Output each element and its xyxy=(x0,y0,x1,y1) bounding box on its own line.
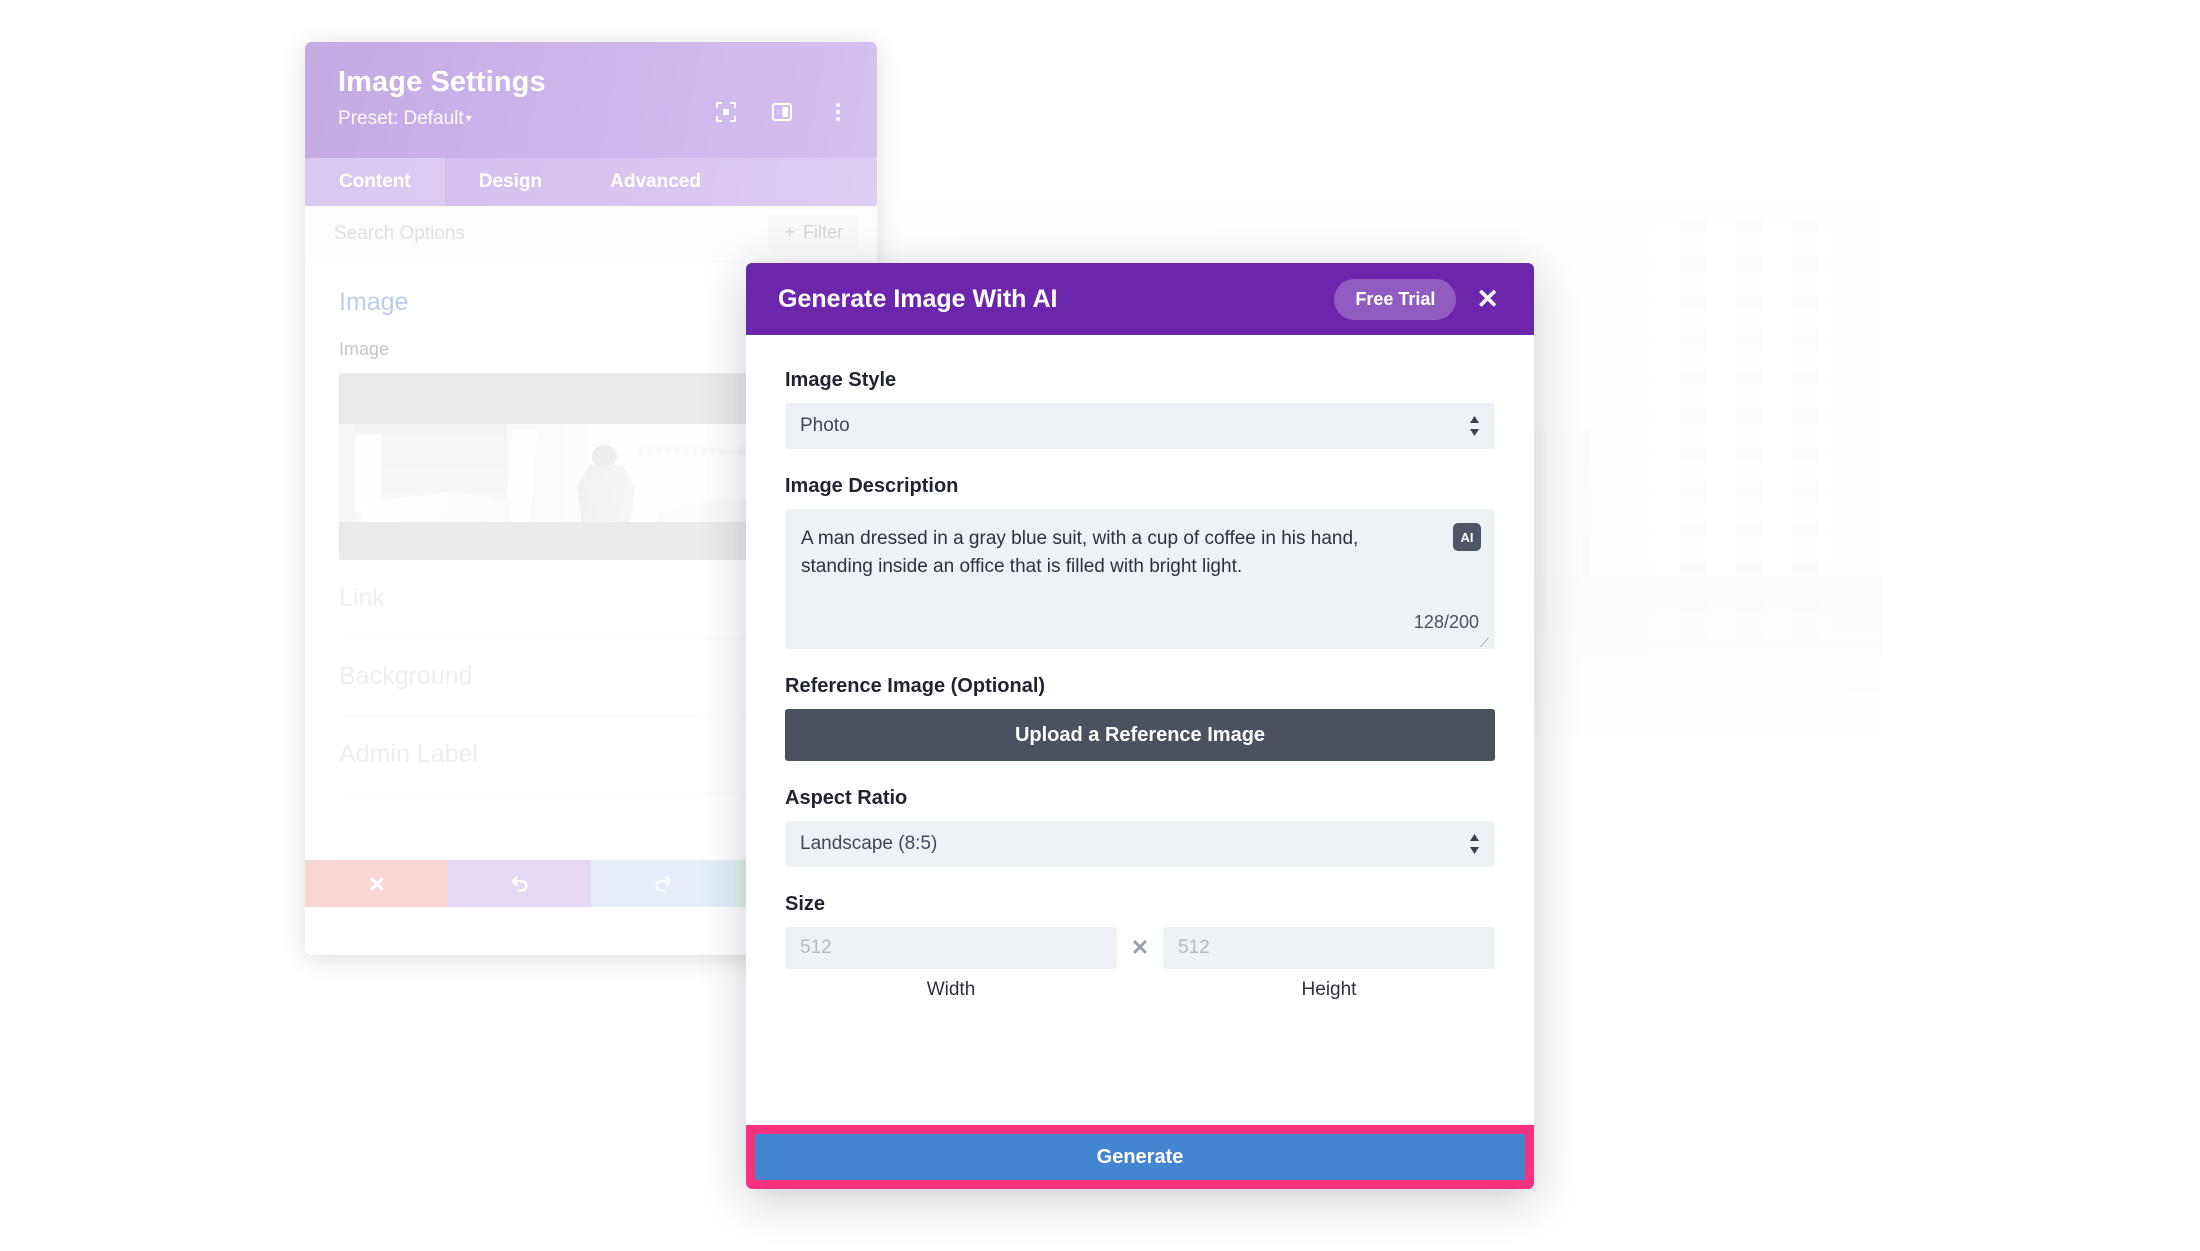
image-style-select[interactable]: Photo xyxy=(785,403,1495,449)
focus-target-icon[interactable] xyxy=(714,100,738,124)
layout-panel-icon[interactable] xyxy=(770,100,794,124)
search-input[interactable]: Search Options xyxy=(334,223,465,245)
page-title: Image Settings xyxy=(338,66,546,98)
chevron-updown-icon xyxy=(1470,416,1479,436)
height-input[interactable]: 512 xyxy=(1163,927,1495,969)
generate-image-ai-modal: Generate Image With AI Free Trial ✕ Imag… xyxy=(746,263,1534,1189)
close-icon[interactable]: ✕ xyxy=(1466,278,1509,321)
panel-header: Image Settings Preset: Default ▾ xyxy=(305,42,877,158)
more-options-icon[interactable] xyxy=(826,100,850,124)
height-caption: Height xyxy=(1301,979,1357,1000)
image-thumbnail[interactable] xyxy=(339,373,794,560)
image-style-value: Photo xyxy=(800,415,850,436)
screen-root: Image Settings Preset: Default ▾ Content… xyxy=(0,0,2200,1251)
section-link-label: Link xyxy=(339,584,385,612)
section-admin-label-label: Admin Label xyxy=(339,740,478,768)
generate-button-highlight: Generate xyxy=(746,1125,1534,1189)
size-captions: Width Height xyxy=(785,979,1495,1001)
section-background-label: Background xyxy=(339,662,473,690)
generate-button[interactable]: Generate xyxy=(755,1134,1525,1180)
close-icon xyxy=(369,876,384,891)
aspect-ratio-select[interactable]: Landscape (8:5) xyxy=(785,821,1495,867)
filter-button[interactable]: + Filter xyxy=(768,215,859,250)
undo-button[interactable] xyxy=(448,860,591,907)
tab-advanced[interactable]: Advanced xyxy=(576,158,735,206)
upload-reference-image-button[interactable]: Upload a Reference Image xyxy=(785,709,1495,761)
modal-body: Image Style Photo Image Description A ma… xyxy=(746,335,1534,1124)
panel-header-actions xyxy=(714,100,850,124)
chevron-updown-icon xyxy=(1470,834,1479,854)
filter-button-label: Filter xyxy=(803,222,843,242)
character-counter: 128/200 xyxy=(1413,612,1479,632)
modal-title: Generate Image With AI xyxy=(778,284,1058,313)
panel-tabs: Content Design Advanced xyxy=(305,158,877,206)
aspect-ratio-label: Aspect Ratio xyxy=(785,787,908,809)
chevron-down-icon: ▾ xyxy=(465,111,472,125)
size-label: Size xyxy=(785,893,826,915)
discard-button[interactable] xyxy=(305,860,448,907)
tab-design[interactable]: Design xyxy=(445,158,576,206)
width-caption: Width xyxy=(926,979,976,1000)
modal-header: Generate Image With AI Free Trial ✕ xyxy=(746,263,1534,335)
search-options-row: Search Options + Filter xyxy=(305,206,877,262)
modal-footer: Generate xyxy=(746,1124,1534,1189)
size-caption-spacer xyxy=(1117,979,1163,1001)
redo-button[interactable] xyxy=(591,860,734,907)
redo-icon xyxy=(655,875,671,892)
resize-handle-icon[interactable]: ⟋ xyxy=(1480,636,1492,649)
size-inputs-row: 512 ✕ 512 xyxy=(785,927,1495,969)
plus-icon: + xyxy=(784,222,795,242)
image-style-label: Image Style xyxy=(785,369,897,391)
status-badge[interactable]: Free Trial xyxy=(1334,278,1457,320)
width-input[interactable]: 512 xyxy=(785,927,1117,969)
ai-icon[interactable]: AI xyxy=(1453,523,1481,551)
size-separator-icon: ✕ xyxy=(1130,935,1150,960)
image-description-value: A man dressed in a gray blue suit, with … xyxy=(801,528,1359,577)
undo-icon xyxy=(511,875,527,892)
thumb-haze xyxy=(339,373,794,560)
preset-label: Preset: Default xyxy=(338,108,464,129)
tab-content[interactable]: Content xyxy=(305,158,445,206)
image-description-textarea[interactable]: A man dressed in a gray blue suit, with … xyxy=(785,509,1495,649)
image-description-label: Image Description xyxy=(785,475,959,497)
aspect-ratio-value: Landscape (8:5) xyxy=(800,833,938,854)
reference-image-label: Reference Image (Optional) xyxy=(785,675,1046,697)
